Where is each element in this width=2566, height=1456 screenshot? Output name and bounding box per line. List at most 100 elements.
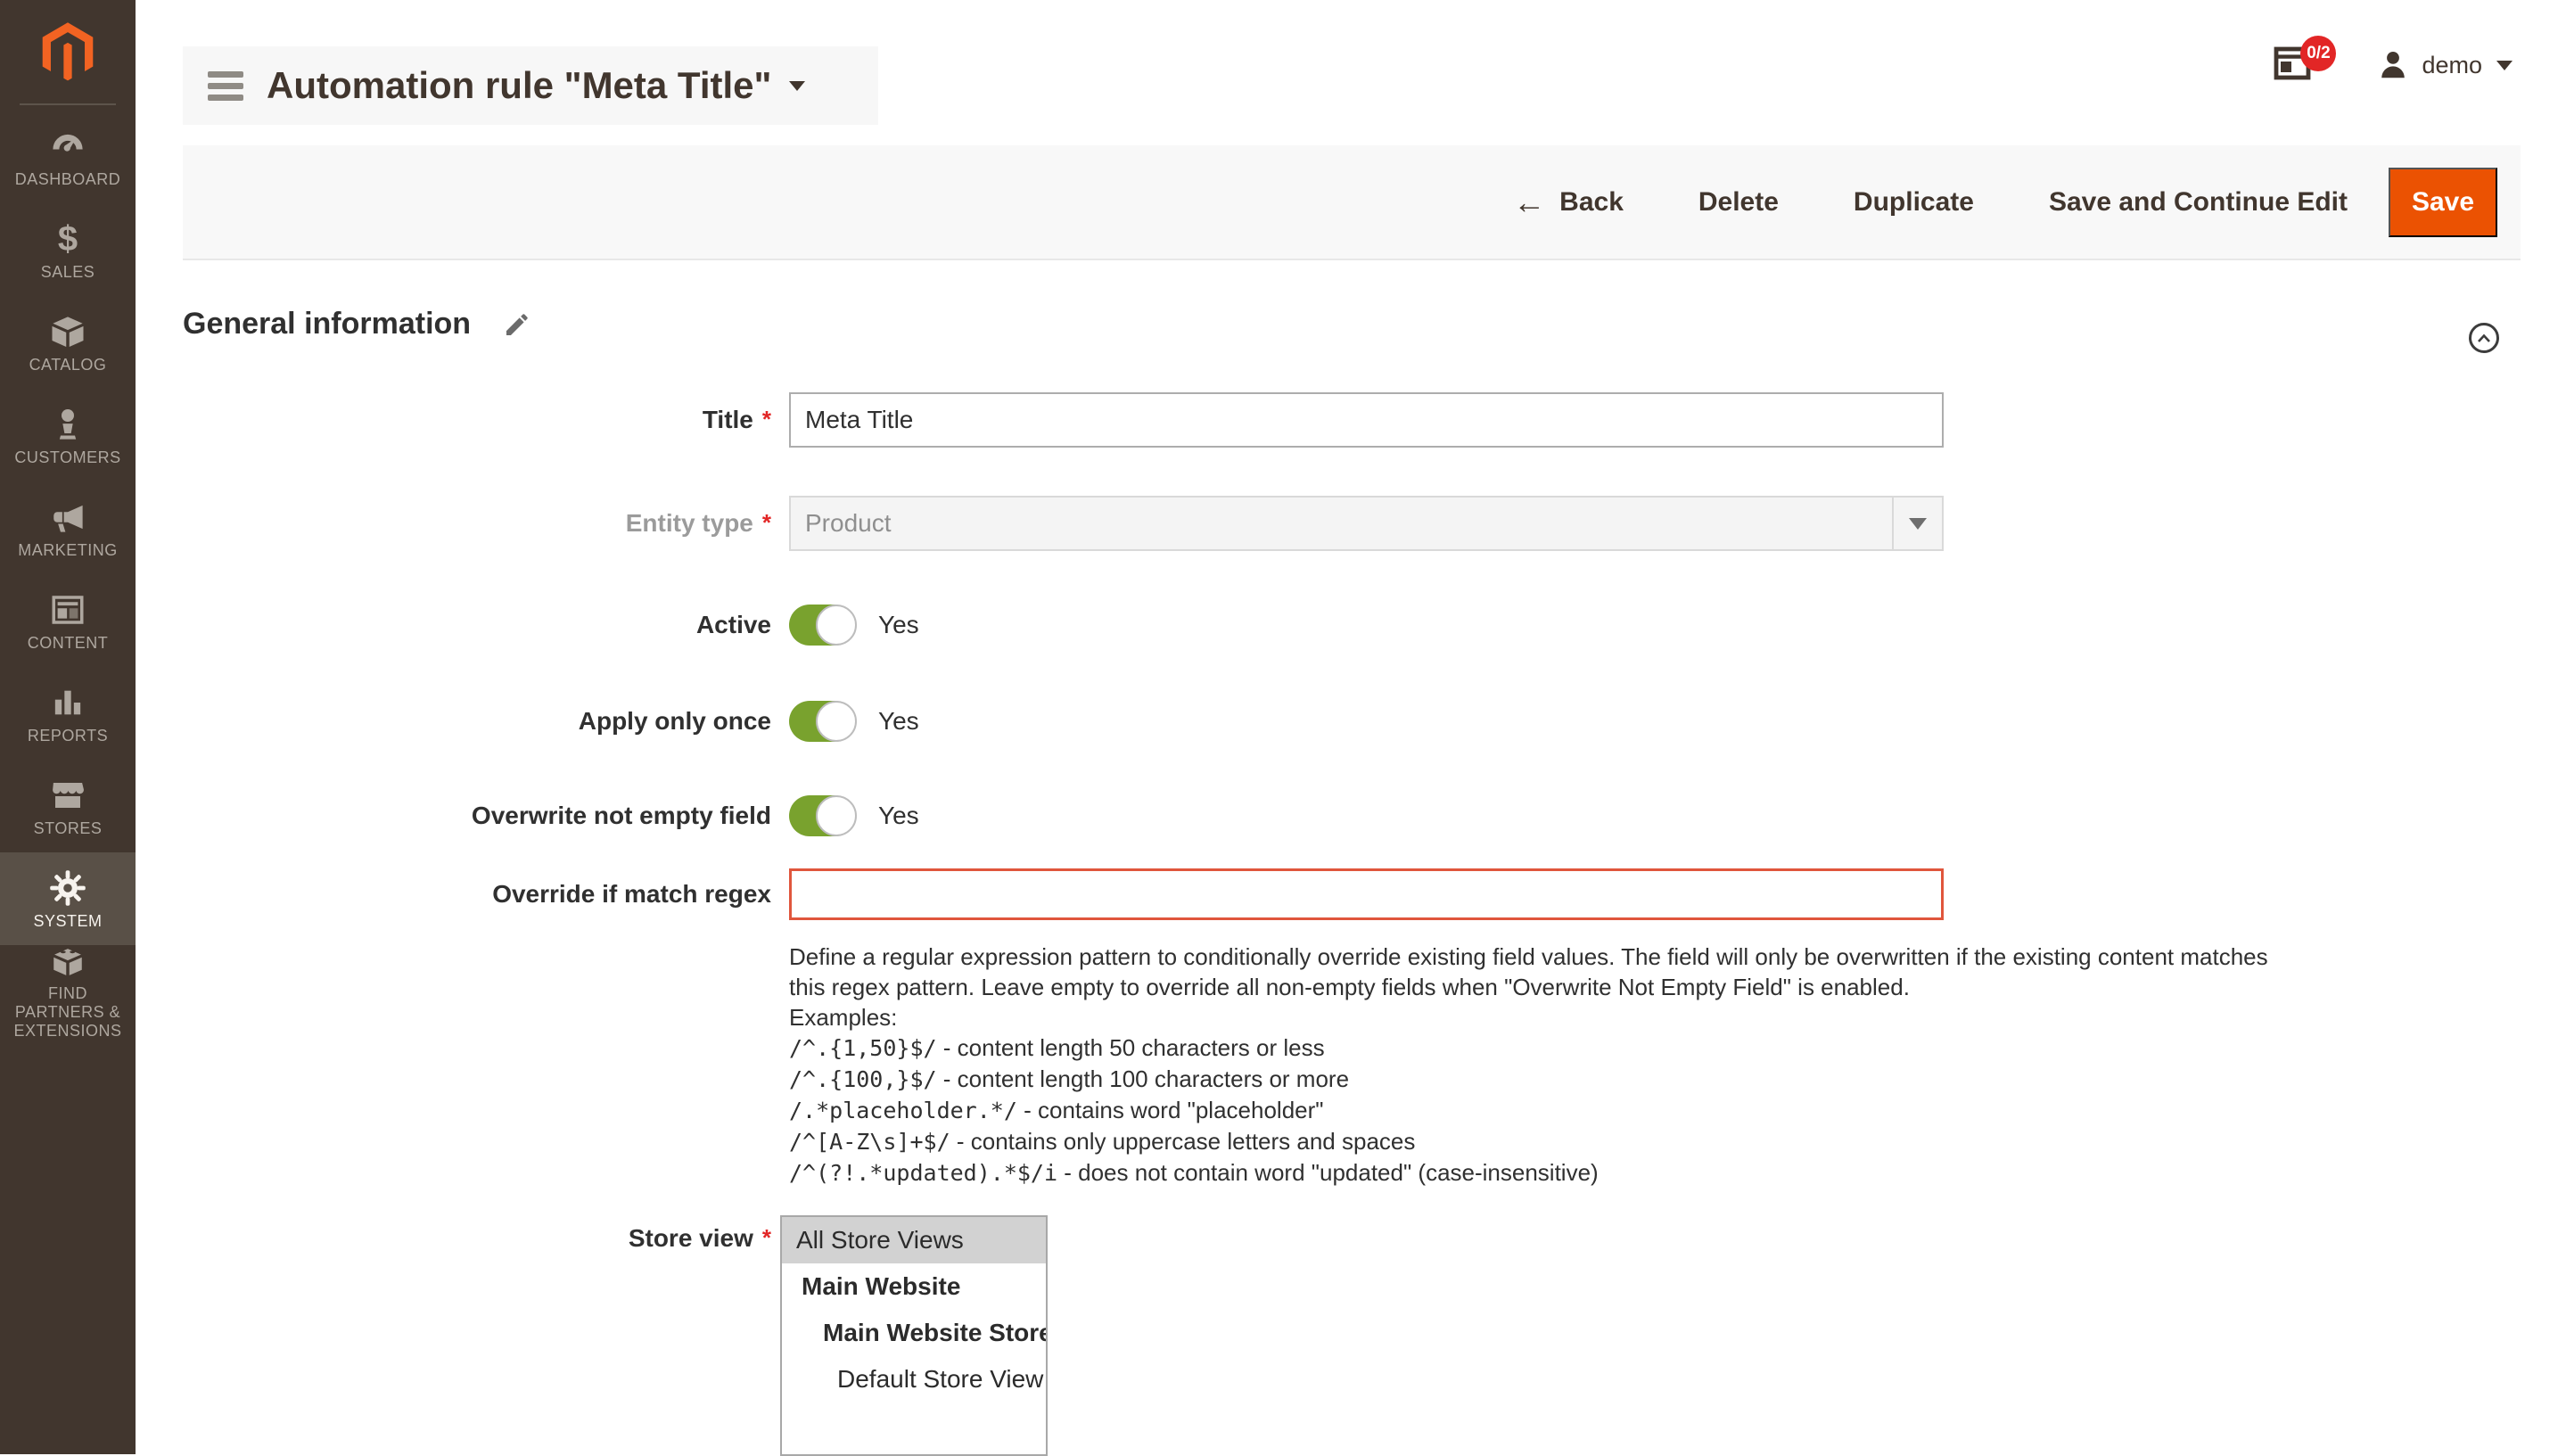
toggle-knob bbox=[816, 795, 857, 836]
sidebar-item-label: CONTENT bbox=[24, 634, 112, 653]
dashboard-icon bbox=[49, 126, 86, 167]
apply-only-once-label: Apply only once bbox=[183, 707, 771, 736]
page-actions-toolbar: ← Back Delete Duplicate Save and Continu… bbox=[183, 145, 2521, 260]
active-toggle[interactable] bbox=[789, 605, 855, 646]
regex-note-examples-label: Examples: bbox=[789, 1002, 2305, 1032]
sidebar-item-dashboard[interactable]: DASHBOARD bbox=[0, 111, 136, 203]
store-view-option-main-website[interactable]: Main Website bbox=[782, 1263, 1046, 1310]
edit-pencil-icon[interactable] bbox=[503, 310, 531, 339]
regex-example-line: /^[A-Z\s]+$/ - contains only uppercase l… bbox=[789, 1126, 2305, 1157]
active-toggle-value: Yes bbox=[878, 611, 919, 639]
override-regex-label: Override if match regex bbox=[183, 880, 771, 909]
toggle-knob bbox=[816, 701, 857, 742]
sidebar-item-label: STORES bbox=[30, 819, 106, 838]
store-view-listbox[interactable]: All Store Views Main Website Main Websit… bbox=[780, 1215, 1048, 1456]
sidebar-item-content[interactable]: CONTENT bbox=[0, 574, 136, 667]
required-asterisk: * bbox=[762, 1224, 771, 1251]
sidebar-item-label: FIND PARTNERS & EXTENSIONS bbox=[0, 984, 136, 1041]
title-caret-down-icon[interactable] bbox=[789, 81, 805, 91]
sidebar-item-label: SYSTEM bbox=[29, 912, 105, 931]
regex-example-line: /^.{1,50}$/ - content length 50 characte… bbox=[789, 1032, 2305, 1064]
find-partners-icon bbox=[49, 943, 86, 981]
stores-icon bbox=[49, 775, 86, 816]
general-information-section-header: General information bbox=[183, 307, 2521, 353]
required-asterisk: * bbox=[762, 509, 771, 536]
delete-button[interactable]: Delete bbox=[1698, 187, 1779, 218]
apply-only-once-toggle-value: Yes bbox=[878, 707, 919, 736]
main-content: General information Title* Entity type* bbox=[183, 260, 2521, 1456]
entity-type-value: Product bbox=[805, 509, 892, 538]
store-view-option-main-website-store[interactable]: Main Website Store bbox=[782, 1310, 1046, 1356]
sidebar-item-label: SALES bbox=[37, 263, 99, 282]
regex-example-line: /^(?!.*updated).*$/i - does not contain … bbox=[789, 1157, 2305, 1189]
title-input[interactable] bbox=[789, 392, 1944, 448]
store-view-option-default-store-view[interactable]: Default Store View bbox=[782, 1356, 1046, 1403]
override-regex-input[interactable] bbox=[789, 868, 1944, 920]
overwrite-not-empty-toggle-value: Yes bbox=[878, 802, 919, 830]
regex-help-note: Define a regular expression pattern to c… bbox=[789, 942, 2305, 1189]
sidebar-divider bbox=[20, 103, 116, 105]
entity-type-field-row: Entity type* Product bbox=[183, 496, 2521, 551]
store-view-field-row: Store view* All Store Views Main Website… bbox=[183, 1215, 2521, 1456]
page-title-bar: Automation rule "Meta Title" bbox=[183, 46, 878, 125]
entity-type-select[interactable]: Product bbox=[789, 496, 1944, 551]
sidebar-item-reports[interactable]: REPORTS bbox=[0, 667, 136, 760]
chevron-up-icon bbox=[2477, 333, 2491, 343]
save-and-continue-button[interactable]: Save and Continue Edit bbox=[2049, 187, 2348, 218]
magento-logo-icon bbox=[40, 21, 95, 86]
section-title: General information bbox=[183, 307, 471, 341]
admin-sidebar: DASHBOARD $ SALES CATALOG CUSTOMERS bbox=[0, 0, 136, 1454]
customers-icon bbox=[50, 404, 86, 445]
magento-logo[interactable] bbox=[0, 0, 136, 86]
collapse-section-button[interactable] bbox=[2469, 323, 2499, 353]
sales-icon: $ bbox=[58, 218, 78, 259]
regex-note-intro: Define a regular expression pattern to c… bbox=[789, 942, 2305, 1002]
required-asterisk: * bbox=[762, 406, 771, 432]
page-title: Automation rule "Meta Title" bbox=[267, 64, 771, 107]
reports-icon bbox=[50, 682, 86, 723]
save-button[interactable]: Save bbox=[2389, 168, 2497, 237]
user-avatar-icon bbox=[2377, 49, 2409, 81]
notifications-count-badge: 0/2 bbox=[2300, 36, 2336, 71]
sidebar-item-label: CUSTOMERS bbox=[11, 448, 124, 467]
apply-only-once-toggle[interactable] bbox=[789, 701, 855, 742]
entity-type-label: Entity type* bbox=[183, 509, 771, 538]
sidebar-item-catalog[interactable]: CATALOG bbox=[0, 296, 136, 389]
user-caret-down-icon bbox=[2496, 61, 2513, 70]
title-field-row: Title* bbox=[183, 392, 2521, 448]
sidebar-item-sales[interactable]: $ SALES bbox=[0, 203, 136, 296]
sidebar-item-customers[interactable]: CUSTOMERS bbox=[0, 389, 136, 481]
caret-down-icon bbox=[1909, 518, 1927, 530]
back-button-label: Back bbox=[1559, 187, 1624, 218]
title-label: Title* bbox=[183, 406, 771, 434]
overwrite-not-empty-label: Overwrite not empty field bbox=[183, 802, 771, 830]
active-label: Active bbox=[183, 611, 771, 639]
back-arrow-icon: ← bbox=[1513, 186, 1545, 218]
sidebar-item-label: DASHBOARD bbox=[12, 170, 125, 189]
page-header: Automation rule "Meta Title" 0/2 demo bbox=[136, 0, 2566, 145]
overwrite-not-empty-field-row: Overwrite not empty field Yes bbox=[183, 795, 2521, 836]
store-view-option-all[interactable]: All Store Views bbox=[782, 1217, 1046, 1263]
sidebar-item-stores[interactable]: STORES bbox=[0, 760, 136, 852]
sidebar-item-label: CATALOG bbox=[26, 356, 111, 374]
sidebar-item-system[interactable]: SYSTEM bbox=[0, 852, 136, 945]
menu-icon[interactable] bbox=[208, 71, 243, 101]
sidebar-item-label: MARKETING bbox=[14, 541, 121, 560]
notifications-button[interactable]: 0/2 bbox=[2274, 46, 2315, 84]
sidebar-item-marketing[interactable]: MARKETING bbox=[0, 481, 136, 574]
sidebar-item-find-partners[interactable]: FIND PARTNERS & EXTENSIONS bbox=[0, 945, 136, 1038]
store-view-label: Store view* bbox=[183, 1215, 771, 1253]
system-gear-icon bbox=[48, 868, 87, 909]
active-field-row: Active Yes bbox=[183, 605, 2521, 646]
back-button[interactable]: ← Back bbox=[1513, 186, 1624, 218]
dropdown-arrow-button[interactable] bbox=[1892, 498, 1942, 549]
sidebar-item-label: REPORTS bbox=[24, 727, 111, 745]
user-menu[interactable]: demo bbox=[2377, 49, 2513, 81]
marketing-icon bbox=[49, 497, 86, 538]
apply-only-once-field-row: Apply only once Yes bbox=[183, 701, 2521, 742]
override-regex-field-row: Override if match regex bbox=[183, 868, 2521, 920]
duplicate-button[interactable]: Duplicate bbox=[1854, 187, 1974, 218]
toggle-knob bbox=[816, 605, 857, 646]
catalog-icon bbox=[49, 311, 86, 352]
overwrite-not-empty-toggle[interactable] bbox=[789, 795, 855, 836]
